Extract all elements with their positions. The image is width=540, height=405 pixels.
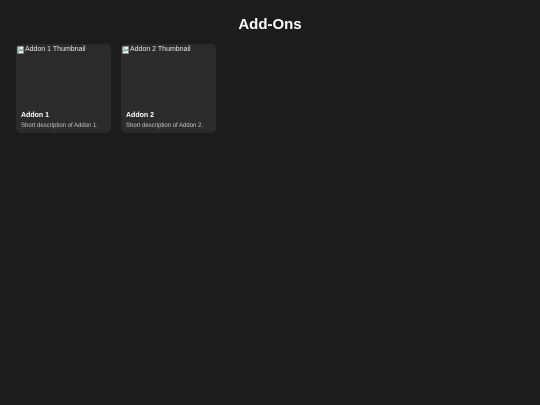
addon-card[interactable]: Addon 1 Thumbnail Addon 1 Short descript… <box>16 44 111 133</box>
broken-image-icon <box>17 46 24 54</box>
thumbnail-alt-text: Addon 2 Thumbnail <box>130 46 191 53</box>
page-title: Add-Ons <box>238 16 302 33</box>
broken-image-icon <box>122 46 129 54</box>
addon-description: Short description of Addon 1. <box>21 123 99 129</box>
addons-page: Add-Ons Addon 1 Thumbnail Addon 1 Short … <box>0 0 540 405</box>
thumbnail-alt-text: Addon 1 Thumbnail <box>25 46 86 53</box>
addon-thumbnail: Addon 2 Thumbnail <box>121 44 216 107</box>
addon-card[interactable]: Addon 2 Thumbnail Addon 2 Short descript… <box>121 44 216 133</box>
addon-grid: Addon 1 Thumbnail Addon 1 Short descript… <box>16 44 216 133</box>
addon-thumbnail: Addon 1 Thumbnail <box>16 44 111 107</box>
addon-name: Addon 1 <box>21 112 49 119</box>
addon-description: Short description of Addon 2. <box>126 123 204 129</box>
addon-name: Addon 2 <box>126 112 154 119</box>
